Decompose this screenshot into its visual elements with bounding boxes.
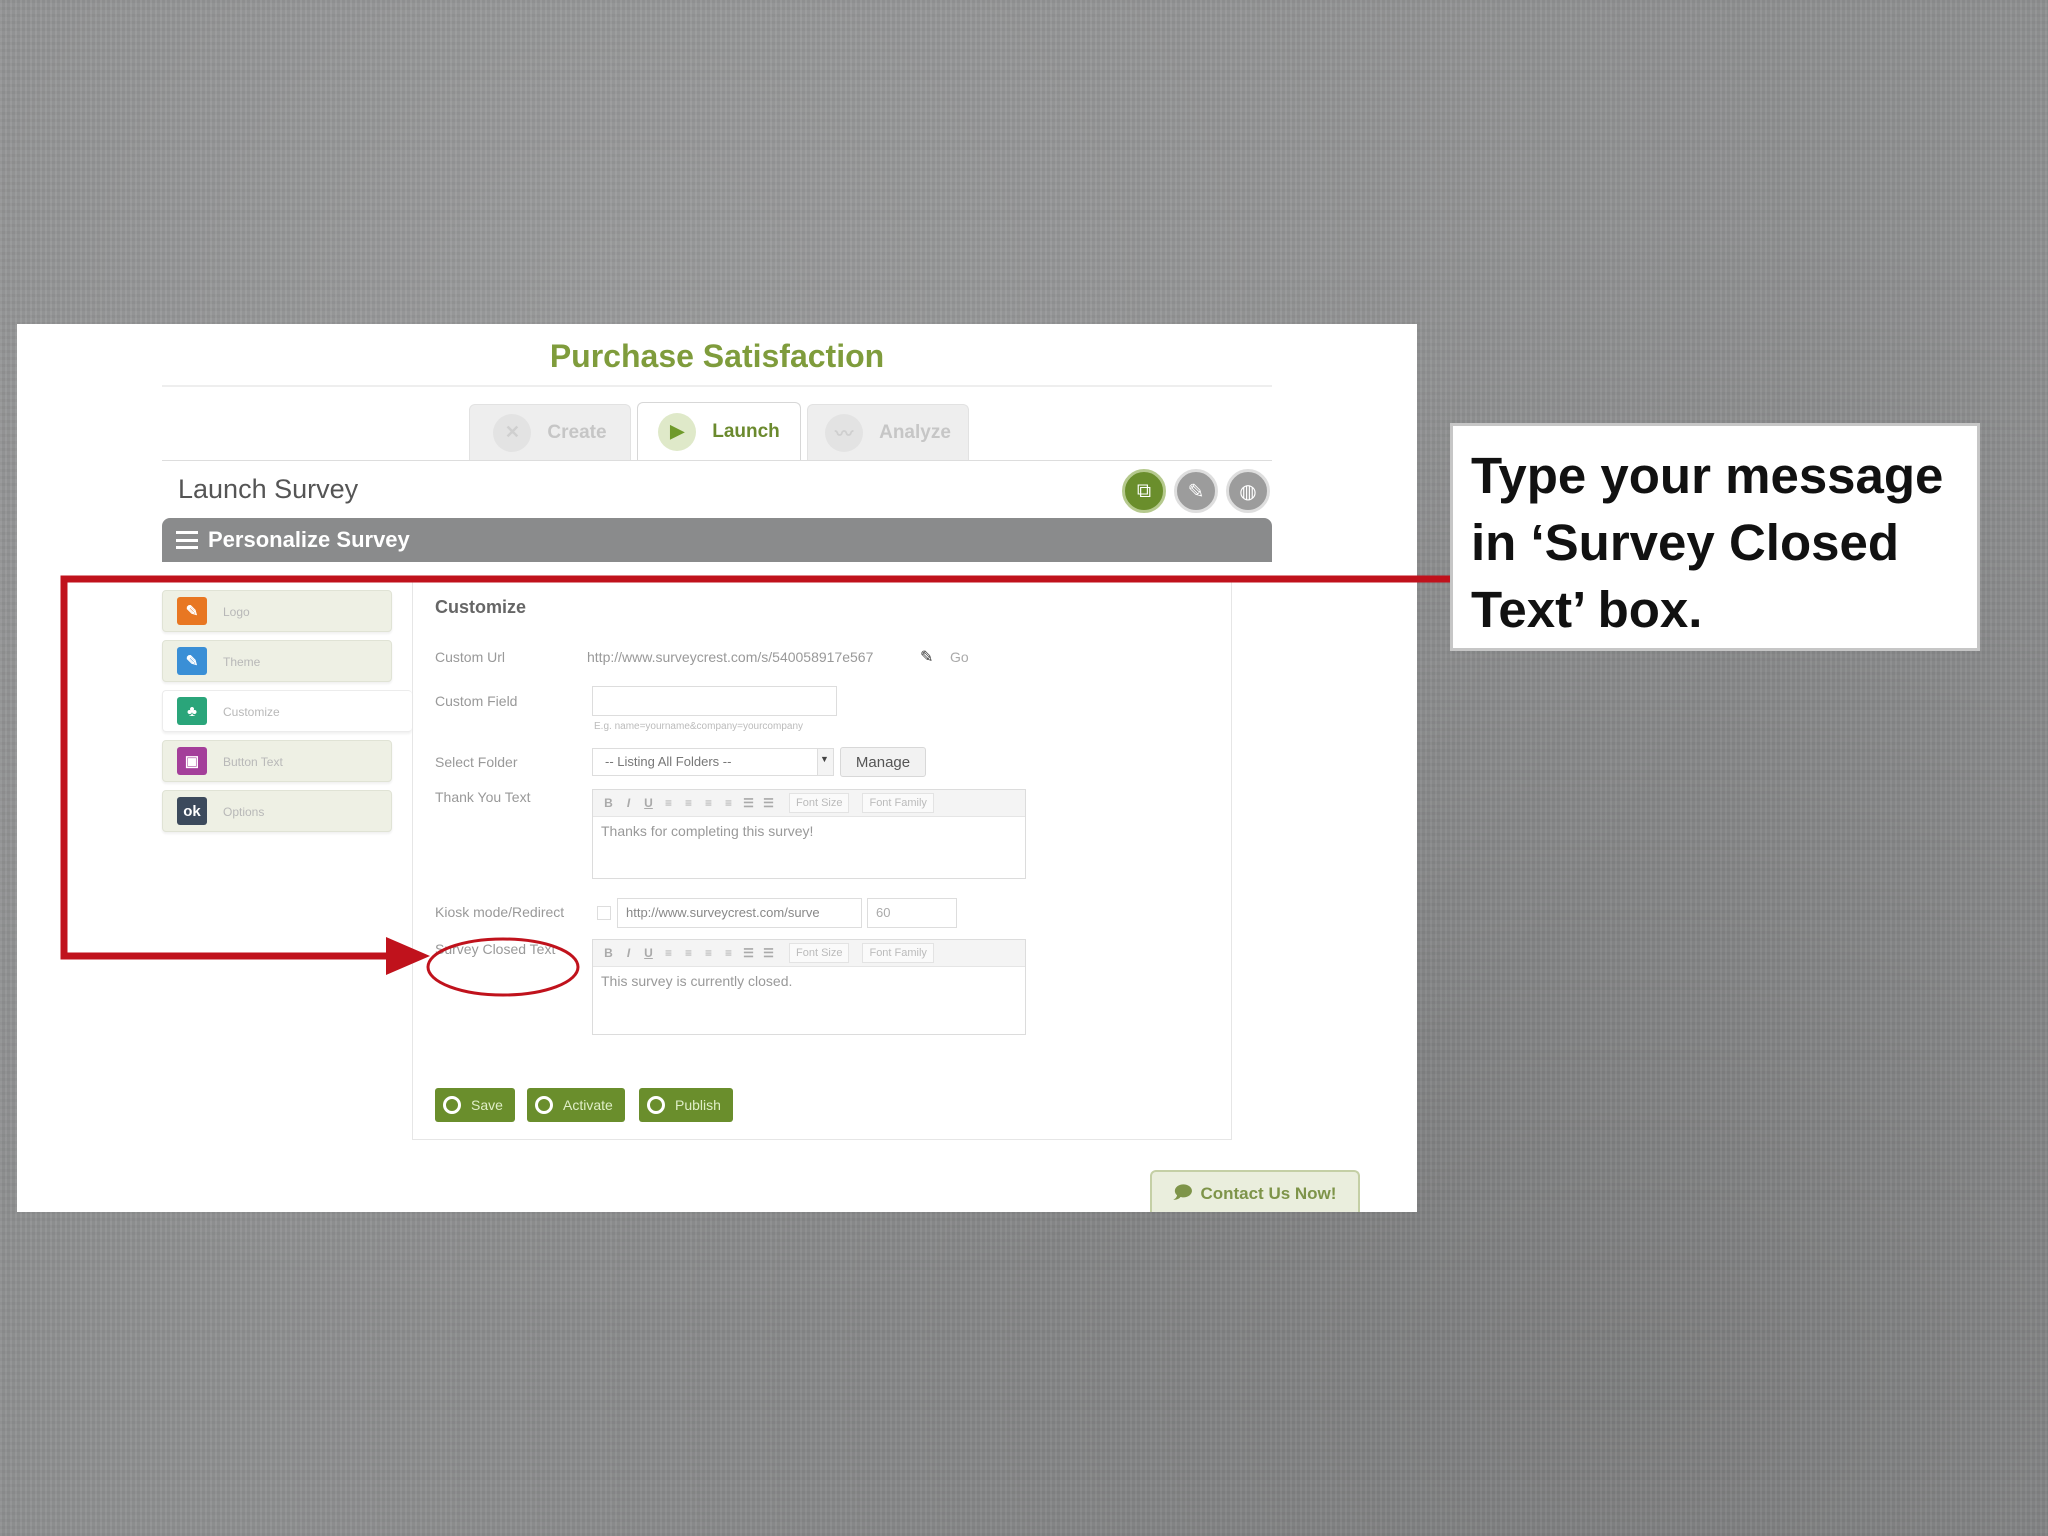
- callout-text: Type your message in ‘Survey Closed Text…: [1471, 447, 1944, 638]
- highlight-circle: [426, 937, 580, 997]
- annotation-connector: [60, 575, 1450, 960]
- annotation-arrowhead: [386, 937, 430, 975]
- callout-box: Type your message in ‘Survey Closed Text…: [1450, 423, 1980, 651]
- annotation-overlay: [60, 575, 1450, 997]
